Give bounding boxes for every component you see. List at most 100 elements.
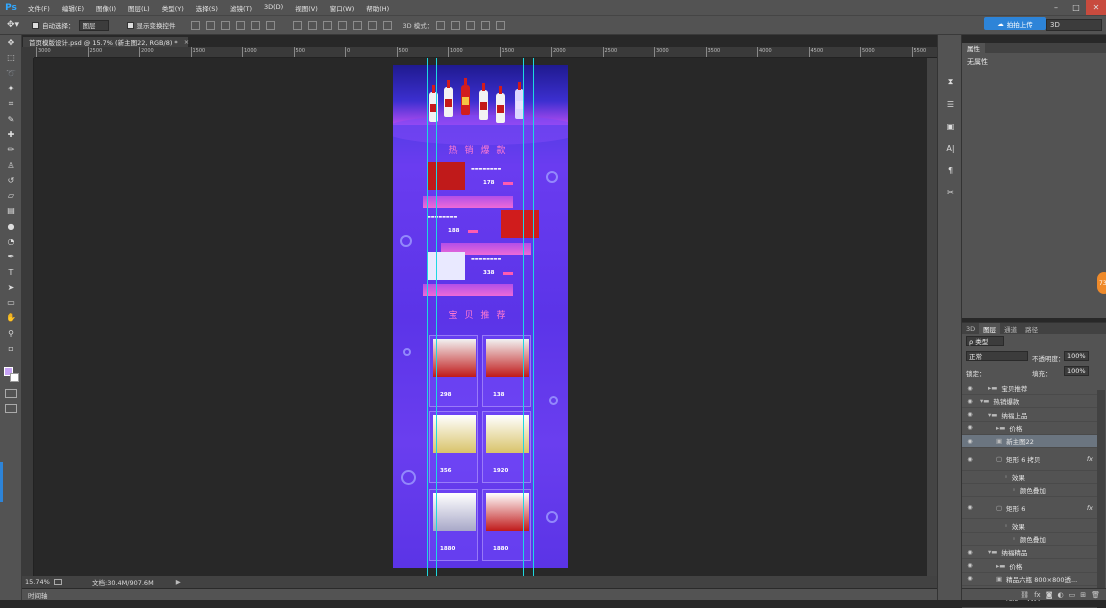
document-tab[interactable]: 首页模版设计.psd @ 15.7% (新主图22, RGB/8) * × <box>23 37 189 47</box>
minimize-button[interactable]: – <box>1046 0 1066 15</box>
floating-badge[interactable]: 73 <box>1097 272 1106 294</box>
guide-line[interactable] <box>436 58 437 576</box>
visibility-eye-icon[interactable]: ◉ <box>962 456 978 463</box>
visibility-eye-icon[interactable]: ◉ <box>962 549 978 556</box>
align-hcenter-icon[interactable] <box>250 20 260 30</box>
menu-item[interactable]: 视图(V) <box>289 3 324 13</box>
quick-mask-icon[interactable] <box>5 389 17 398</box>
canvas-vertical-scrollbar[interactable] <box>927 58 937 576</box>
menu-item[interactable]: 文件(F) <box>22 3 56 13</box>
tab-properties[interactable]: 属性 <box>962 43 985 53</box>
pen-tool-icon[interactable]: ✒ <box>0 249 22 264</box>
tools-preset-icon[interactable]: ✂ <box>938 181 963 203</box>
path-select-tool-icon[interactable]: ➤ <box>0 280 22 295</box>
layer-row[interactable]: ◦ 效果 <box>962 520 1097 533</box>
align-right-icon[interactable] <box>265 20 275 30</box>
fill-input[interactable]: 100% <box>1064 366 1089 376</box>
layer-row[interactable]: ◉ ▾▬ 纳福精品 <box>962 546 1097 560</box>
tab-channels[interactable]: 通道 <box>1000 323 1021 334</box>
layer-row[interactable]: ◉ ▢ 矩形 6 fx <box>962 497 1097 520</box>
new-group-icon[interactable]: ▭ <box>1069 591 1076 599</box>
move-tool-icon[interactable]: ✥ <box>0 35 22 50</box>
history-brush-icon[interactable]: ↺ <box>0 173 22 188</box>
close-button[interactable]: ✕ <box>1086 0 1106 15</box>
roll-3d-icon[interactable] <box>451 20 461 30</box>
layer-row[interactable]: ◉ ▢ 矩形 6 拷贝 fx <box>962 449 1097 471</box>
distribute-top-icon[interactable] <box>292 20 302 30</box>
link-layers-icon[interactable]: ⛓ <box>1020 591 1029 599</box>
default-colors-icon[interactable]: ▫ <box>0 341 22 356</box>
stamp-tool-icon[interactable]: ♙ <box>0 157 22 172</box>
paragraph-panel-icon[interactable]: ¶ <box>938 159 963 181</box>
eyedropper-tool-icon[interactable]: ✎ <box>0 111 22 126</box>
visibility-eye-icon[interactable]: ◉ <box>962 424 978 431</box>
character-panel-icon[interactable]: A| <box>938 137 963 159</box>
tab-layers[interactable]: 图层 <box>979 323 1001 334</box>
guide-line[interactable] <box>427 58 428 576</box>
align-vcenter-icon[interactable] <box>205 20 215 30</box>
libraries-panel-icon[interactable]: ▣ <box>938 115 963 137</box>
fx-icon[interactable]: fx <box>1034 591 1041 599</box>
visibility-eye-icon[interactable]: ◉ <box>962 575 978 582</box>
tab-3d[interactable]: 3D <box>962 323 979 334</box>
history-panel-icon[interactable]: ⧗ <box>938 71 963 93</box>
align-bottom-icon[interactable] <box>220 20 230 30</box>
menu-item[interactable]: 选择(S) <box>190 3 224 13</box>
screen-mode-icon[interactable] <box>5 404 17 413</box>
type-tool-icon[interactable]: T <box>0 264 22 279</box>
menu-item[interactable]: 图层(L) <box>122 3 156 13</box>
move-tool-preset-icon[interactable]: ✥▾ <box>0 20 26 30</box>
hand-tool-icon[interactable]: ✋ <box>0 310 22 325</box>
menu-item[interactable]: 类型(Y) <box>156 3 190 13</box>
layer-row[interactable]: ◉ ▸▬ 宝贝推荐 <box>962 382 1097 395</box>
distribute-vcenter-icon[interactable] <box>307 20 317 30</box>
layer-row[interactable]: ◦ 颜色叠加 <box>962 533 1097 546</box>
distribute-hcenter-icon[interactable] <box>352 20 362 30</box>
workspace-dropdown[interactable]: 3D <box>1046 19 1102 31</box>
blur-tool-icon[interactable]: ● <box>0 219 22 234</box>
layer-filter-dropdown[interactable]: ρ 类型 <box>966 336 1004 346</box>
drag-3d-icon[interactable] <box>466 20 476 30</box>
marquee-tool-icon[interactable]: ⬚ <box>0 50 22 65</box>
ruler-origin[interactable] <box>22 47 34 58</box>
artwork-canvas[interactable]: 热销爆款 ▬▬▬▬▬▬▬▬ 178 ▬▬▬▬▬▬▬▬ 188 ▬▬▬▬▬▬▬▬ … <box>393 65 568 568</box>
align-top-icon[interactable] <box>190 20 200 30</box>
distribute-bottom-icon[interactable] <box>322 20 332 30</box>
vertical-ruler[interactable] <box>22 58 34 576</box>
layer-fx-badge[interactable]: fx <box>1087 455 1093 463</box>
menu-item[interactable]: 编辑(E) <box>56 3 90 13</box>
gradient-tool-icon[interactable]: ▤ <box>0 203 22 218</box>
menu-item[interactable]: 3D(D) <box>258 3 289 13</box>
crop-tool-icon[interactable]: ⌗ <box>0 96 22 111</box>
adjustment-icon[interactable]: ◐ <box>1058 591 1064 599</box>
healing-tool-icon[interactable]: ✚ <box>0 127 22 142</box>
menu-item[interactable]: 窗口(W) <box>324 3 361 13</box>
lasso-tool-icon[interactable]: ➰ <box>0 66 22 81</box>
trash-icon[interactable]: 🗑 <box>1091 591 1100 599</box>
auto-select-checkbox[interactable] <box>32 21 39 29</box>
layer-row[interactable]: ◉ ▸▬ 价格 <box>962 422 1097 435</box>
visibility-eye-icon[interactable]: ◉ <box>962 562 978 569</box>
show-transform-checkbox[interactable] <box>126 21 134 29</box>
layer-row[interactable]: ◉ ▾▬ 热销爆款 <box>962 395 1097 409</box>
tab-paths[interactable]: 路径 <box>1021 323 1042 334</box>
slide-3d-icon[interactable] <box>481 20 491 30</box>
menu-item[interactable]: 图像(I) <box>90 3 122 13</box>
auto-select-dropdown[interactable]: 图层 <box>78 19 109 31</box>
background-color-swatch[interactable] <box>10 373 19 382</box>
distribute-right-icon[interactable] <box>367 20 377 30</box>
menu-item[interactable]: 帮助(H) <box>360 3 395 13</box>
visibility-eye-icon[interactable]: ◉ <box>962 398 978 405</box>
layer-row[interactable]: ◉ ▣ 新主图22 <box>962 435 1097 449</box>
blend-mode-dropdown[interactable]: 正常 <box>966 351 1028 361</box>
mask-icon[interactable]: ◙ <box>1046 591 1053 599</box>
brush-tool-icon[interactable]: ✏ <box>0 142 22 157</box>
auto-align-icon[interactable] <box>382 20 392 30</box>
adjustments-panel-icon[interactable]: ☰ <box>938 93 963 115</box>
horizontal-ruler[interactable]: 3000 2500 2000 1500 1000 500 0 500 1000 1500 2000 2… <box>34 47 937 58</box>
distribute-left-icon[interactable] <box>337 20 347 30</box>
dodge-tool-icon[interactable]: ◔ <box>0 234 22 249</box>
visibility-eye-icon[interactable]: ◉ <box>962 504 978 511</box>
layer-row[interactable]: ◉ ▸▬ 价格 <box>962 560 1097 573</box>
layer-row[interactable]: ◉ ▾▬ 纳福上品 <box>962 409 1097 422</box>
